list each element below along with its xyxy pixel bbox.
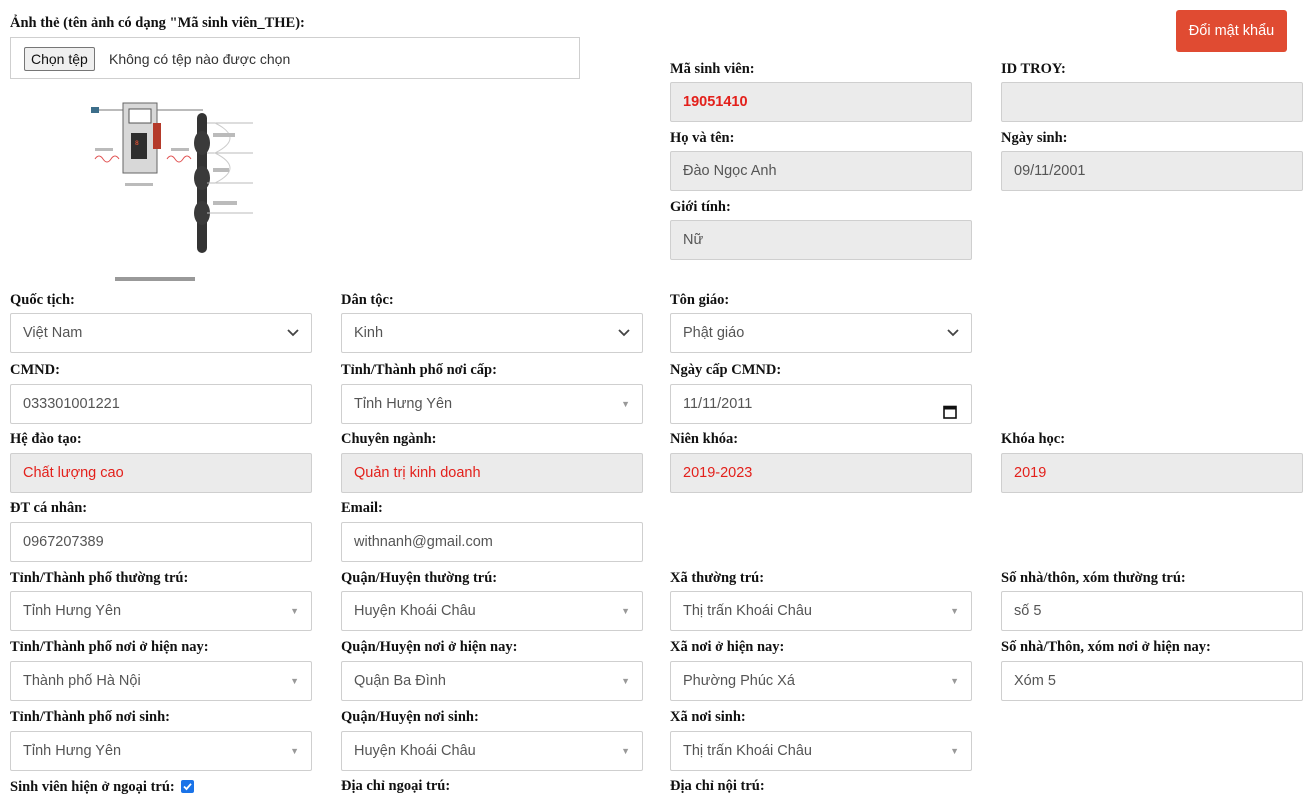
issue-date-label: Ngày cấp CMND: xyxy=(670,362,782,378)
major-label: Chuyên ngành: xyxy=(341,431,437,447)
dorm-address-label: Địa chỉ nội trú: xyxy=(670,778,765,794)
cur-district-select[interactable]: Quận Ba Đình ▼ xyxy=(341,661,643,701)
caret-down-icon: ▼ xyxy=(621,746,630,756)
email-input[interactable]: withnanh@gmail.com xyxy=(341,522,643,562)
perm-province-value: Tỉnh Hưng Yên xyxy=(23,603,122,619)
ethnicity-select[interactable]: Kinh xyxy=(341,313,643,353)
perm-district-select[interactable]: Huyện Khoái Châu ▼ xyxy=(341,591,643,631)
chevron-down-icon xyxy=(947,314,959,352)
issue-date-input[interactable]: 11/11/2011 xyxy=(670,384,972,424)
religion-label: Tôn giáo: xyxy=(670,292,730,308)
cur-commune-value: Phường Phúc Xá xyxy=(683,673,795,689)
gender-field: Nữ xyxy=(670,220,972,260)
cur-commune-select[interactable]: Phường Phúc Xá ▼ xyxy=(670,661,972,701)
perm-house-label: Số nhà/thôn, xóm thường trú: xyxy=(1001,570,1186,586)
student-photo-thumbnail: 8 xyxy=(85,93,255,288)
cur-province-select[interactable]: Thành phố Hà Nội ▼ xyxy=(10,661,312,701)
offcampus-label: Sinh viên hiện ở ngoại trú: xyxy=(10,778,195,798)
change-password-button[interactable]: Đổi mật khẩu xyxy=(1176,10,1287,52)
caret-down-icon: ▼ xyxy=(621,606,630,616)
full-name-label: Họ và tên: xyxy=(670,130,735,146)
issue-date-value: 11/11/2011 xyxy=(683,396,753,412)
offcampus-address-label: Địa chỉ ngoại trú: xyxy=(341,778,451,794)
birth-commune-label: Xã nơi sinh: xyxy=(670,709,746,725)
caret-down-icon: ▼ xyxy=(621,676,630,686)
caret-down-icon: ▼ xyxy=(950,606,959,616)
birth-commune-value: Thị trấn Khoái Châu xyxy=(683,743,812,759)
cohort-field: 2019 xyxy=(1001,453,1303,493)
id-troy-label: ID TROY: xyxy=(1001,61,1066,77)
dob-label: Ngày sinh: xyxy=(1001,130,1068,146)
ethnicity-label: Dân tộc: xyxy=(341,292,394,308)
cur-house-label: Số nhà/Thôn, xóm nơi ở hiện nay: xyxy=(1001,639,1211,655)
nationality-label: Quốc tịch: xyxy=(10,292,75,308)
perm-commune-select[interactable]: Thị trấn Khoái Châu ▼ xyxy=(670,591,972,631)
phone-input[interactable]: 0967207389 xyxy=(10,522,312,562)
birth-province-select[interactable]: Tỉnh Hưng Yên ▼ xyxy=(10,731,312,771)
gender-label: Giới tính: xyxy=(670,199,731,215)
perm-province-select[interactable]: Tỉnh Hưng Yên ▼ xyxy=(10,591,312,631)
student-id-field: 19051410 xyxy=(670,82,972,122)
religion-select[interactable]: Phật giáo xyxy=(670,313,972,353)
caret-down-icon: ▼ xyxy=(290,606,299,616)
offcampus-checkbox[interactable] xyxy=(181,780,195,798)
email-label: Email: xyxy=(341,500,383,516)
cur-province-label: Tỉnh/Thành phố nơi ở hiện nay: xyxy=(10,639,209,655)
dob-field: 09/11/2001 xyxy=(1001,151,1303,191)
caret-down-icon: ▼ xyxy=(950,676,959,686)
caret-down-icon: ▼ xyxy=(621,399,630,409)
birth-district-value: Huyện Khoái Châu xyxy=(354,743,476,759)
offcampus-label-text: Sinh viên hiện ở ngoại trú: xyxy=(10,779,175,795)
caret-down-icon: ▼ xyxy=(290,746,299,756)
no-file-text: Không có tệp nào được chọn xyxy=(109,51,291,67)
svg-text:8: 8 xyxy=(135,140,139,147)
full-name-field: Đào Ngọc Anh xyxy=(670,151,972,191)
choose-file-button[interactable]: Chọn tệp xyxy=(24,47,95,71)
major-field: Quản trị kinh doanh xyxy=(341,453,643,493)
issue-province-select[interactable]: Tỉnh Hưng Yên ▼ xyxy=(341,384,643,424)
birth-district-select[interactable]: Huyện Khoái Châu ▼ xyxy=(341,731,643,771)
program-field: Chất lượng cao xyxy=(10,453,312,493)
perm-district-value: Huyện Khoái Châu xyxy=(354,603,476,619)
perm-commune-value: Thị trấn Khoái Châu xyxy=(683,603,812,619)
chevron-down-icon xyxy=(287,314,299,352)
nationality-select[interactable]: Việt Nam xyxy=(10,313,312,353)
id-card-input[interactable]: 033301001221 xyxy=(10,384,312,424)
perm-house-input[interactable]: số 5 xyxy=(1001,591,1303,631)
cur-house-input[interactable]: Xóm 5 xyxy=(1001,661,1303,701)
issue-province-value: Tỉnh Hưng Yên xyxy=(354,396,453,412)
birth-commune-select[interactable]: Thị trấn Khoái Châu ▼ xyxy=(670,731,972,771)
perm-province-label: Tỉnh/Thành phố thường trú: xyxy=(10,570,189,586)
issue-province-label: Tỉnh/Thành phố nơi cấp: xyxy=(341,362,497,378)
perm-commune-label: Xã thường trú: xyxy=(670,570,765,586)
photo-file-input[interactable]: Chọn tệp Không có tệp nào được chọn xyxy=(10,37,580,79)
student-id-label: Mã sinh viên: xyxy=(670,61,755,77)
birth-province-value: Tỉnh Hưng Yên xyxy=(23,743,122,759)
program-label: Hệ đào tạo: xyxy=(10,431,82,447)
cohort-label: Khóa học: xyxy=(1001,431,1066,447)
chevron-down-icon xyxy=(618,314,630,352)
ethnicity-value: Kinh xyxy=(354,325,384,341)
calendar-icon[interactable] xyxy=(943,396,957,434)
cur-commune-label: Xã nơi ở hiện nay: xyxy=(670,639,785,655)
nationality-value: Việt Nam xyxy=(23,325,83,341)
caret-down-icon: ▼ xyxy=(950,746,959,756)
birth-province-label: Tỉnh/Thành phố nơi sinh: xyxy=(10,709,170,725)
id-card-label: CMND: xyxy=(10,362,60,378)
religion-value: Phật giáo xyxy=(683,325,745,341)
photo-label: Ảnh thẻ (tên ảnh có dạng "Mã sinh viên_T… xyxy=(10,15,305,31)
academic-years-field: 2019-2023 xyxy=(670,453,972,493)
id-troy-field xyxy=(1001,82,1303,122)
birth-district-label: Quận/Huyện nơi sinh: xyxy=(341,709,479,725)
caret-down-icon: ▼ xyxy=(290,676,299,686)
cur-district-value: Quận Ba Đình xyxy=(354,673,446,689)
cur-province-value: Thành phố Hà Nội xyxy=(23,673,141,689)
academic-years-label: Niên khóa: xyxy=(670,431,739,447)
perm-district-label: Quận/Huyện thường trú: xyxy=(341,570,498,586)
phone-label: ĐT cá nhân: xyxy=(10,500,88,516)
cur-district-label: Quận/Huyện nơi ở hiện nay: xyxy=(341,639,518,655)
